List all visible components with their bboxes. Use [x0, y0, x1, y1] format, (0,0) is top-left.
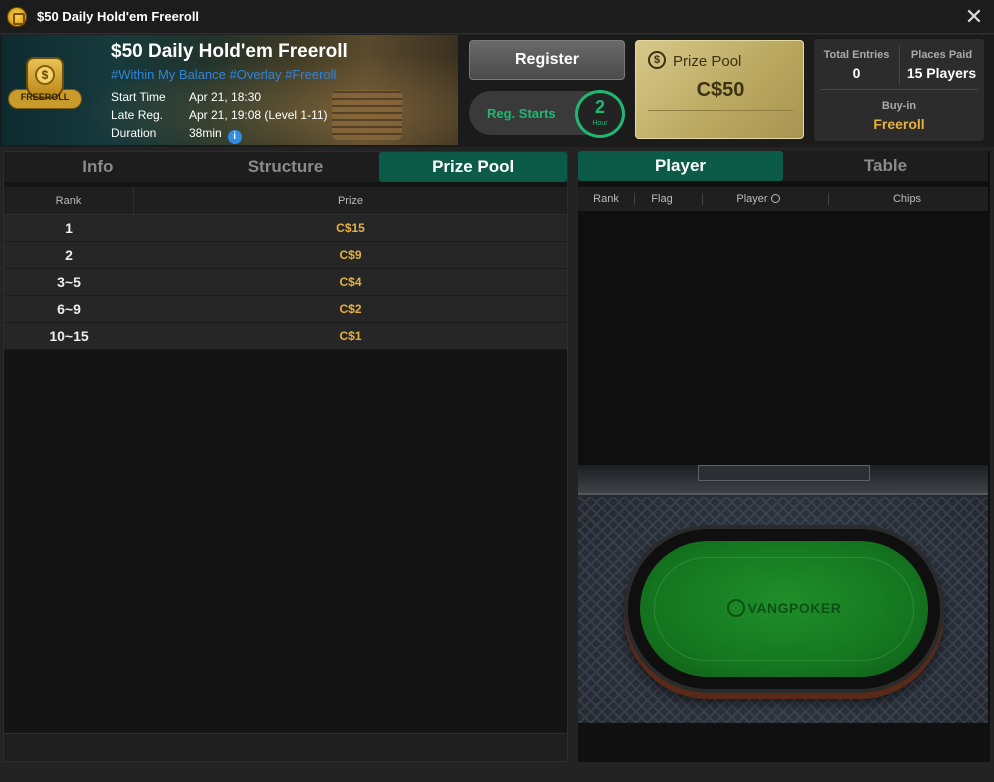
tournament-name: $50 Daily Hold'em Freeroll	[111, 41, 348, 62]
prize-cell: C$15	[336, 221, 365, 235]
places-paid-label: Places Paid	[910, 49, 973, 61]
tournament-banner: $ FREEROLL $50 Daily Hold'em Freeroll #W…	[2, 35, 458, 145]
rank-cell: 10~15	[49, 328, 89, 344]
tab-structure[interactable]: Structure	[192, 152, 380, 182]
freeroll-badge-icon: $ FREEROLL	[8, 55, 82, 125]
start-time-value: Apr 21, 18:30	[189, 90, 262, 104]
prize-table: Rank Prize 1 C$15 2 C$9 3~5 C$4 6~9 C$2 …	[4, 187, 567, 350]
total-entries-label: Total Entries	[823, 49, 890, 61]
column-header-chips[interactable]: Chips	[826, 187, 988, 211]
title-bar: $50 Daily Hold'em Freeroll ✕	[0, 0, 994, 34]
search-icon[interactable]	[770, 194, 780, 203]
app-logo-icon	[7, 7, 27, 27]
countdown-value: 2	[594, 97, 605, 117]
table-room-rail	[578, 465, 988, 495]
tab-prize-pool[interactable]: Prize Pool	[379, 152, 568, 182]
tournament-tags: #Within My Balance #Overlay #Freeroll	[111, 67, 337, 82]
total-entries-value: 0	[852, 65, 861, 81]
start-time-row: Start Time Apr 21, 18:30	[111, 90, 261, 104]
buyin-label: Buy-in	[881, 100, 917, 112]
column-header-rank[interactable]: Rank	[4, 187, 134, 214]
duration-row: Duration 38min i	[111, 126, 242, 144]
reg-starts-label: Reg. Starts	[487, 106, 556, 121]
duration-label: Duration	[111, 126, 157, 140]
brand-icon	[726, 599, 745, 617]
player-list	[578, 211, 988, 465]
prize-pool-card: $ Prize Pool C$50	[635, 40, 804, 139]
start-time-label: Start Time	[111, 90, 166, 104]
tournament-stats: Total Entries 0 Places Paid 15 Players B…	[814, 39, 984, 141]
table-row: 10~15 C$1	[4, 323, 567, 350]
register-button[interactable]: Register	[469, 40, 625, 80]
countdown-ring: 2 Hour	[575, 90, 625, 138]
column-header-prize[interactable]: Prize	[134, 187, 567, 214]
rank-cell: 1	[65, 220, 73, 236]
prize-pool-label: Prize Pool	[673, 53, 742, 70]
prize-cell: C$1	[339, 329, 362, 343]
tournament-header: $ FREEROLL $50 Daily Hold'em Freeroll #W…	[0, 35, 994, 147]
table-row: 6~9 C$2	[4, 296, 567, 323]
places-paid: Places Paid 15 Players	[899, 49, 984, 81]
reg-starts-indicator: Reg. Starts 2 Hour	[469, 90, 625, 138]
places-paid-value: 15 Players	[906, 65, 977, 81]
table-preview: VANGPOKER	[578, 465, 988, 723]
right-tab-bar: Player Table	[578, 151, 988, 181]
left-panel: Info Structure Prize Pool Rank Prize 1 C…	[3, 151, 568, 762]
banner-chips-image	[332, 90, 402, 140]
table-row: 2 C$9	[4, 242, 567, 269]
table-row: 1 C$15	[4, 215, 567, 242]
prize-cell: C$4	[339, 275, 362, 289]
dollar-coin-icon: $	[648, 51, 666, 69]
prize-table-header: Rank Prize	[4, 187, 567, 215]
column-header-rank[interactable]: Rank	[578, 187, 634, 211]
rank-cell: 6~9	[57, 301, 81, 317]
total-entries: Total Entries 0	[814, 49, 899, 81]
player-table-header: Rank Flag Player Chips	[578, 187, 988, 211]
tab-info[interactable]: Info	[4, 152, 192, 182]
close-icon[interactable]: ✕	[960, 3, 988, 31]
prize-cell: C$9	[339, 248, 362, 262]
tab-player[interactable]: Player	[578, 151, 783, 181]
left-tab-bar: Info Structure Prize Pool	[4, 152, 568, 182]
table-brand-logo: VANGPOKER	[640, 599, 928, 617]
buyin: Buy-in Freeroll	[814, 100, 984, 132]
right-panel: Player Table Rank Flag Player Chips VANG…	[578, 151, 990, 762]
late-reg-value: Apr 21, 19:08 (Level 1-11)	[189, 108, 328, 122]
column-header-flag[interactable]: Flag	[634, 187, 690, 211]
table-row: 3~5 C$4	[4, 269, 567, 296]
table-felt: VANGPOKER	[640, 541, 928, 677]
poker-table-image: VANGPOKER	[624, 525, 944, 693]
rank-cell: 3~5	[57, 274, 81, 290]
prize-cell: C$2	[339, 302, 362, 316]
countdown-unit: Hour	[592, 120, 608, 127]
left-panel-footer	[4, 733, 567, 761]
duration-value: 38min	[189, 126, 222, 140]
late-reg-label: Late Reg.	[111, 108, 164, 122]
prize-pool-value: C$50	[696, 79, 745, 101]
rank-cell: 2	[65, 247, 73, 263]
late-reg-row: Late Reg. Apr 21, 19:08 (Level 1-11)	[111, 108, 328, 122]
buyin-value: Freeroll	[873, 116, 925, 132]
tab-table[interactable]: Table	[783, 151, 988, 181]
info-icon[interactable]: i	[227, 130, 242, 144]
window-title: $50 Daily Hold'em Freeroll	[37, 9, 200, 24]
tournament-lobby-window: $50 Daily Hold'em Freeroll ✕ $ FREEROLL …	[0, 0, 994, 782]
column-header-player[interactable]: Player	[736, 193, 767, 205]
